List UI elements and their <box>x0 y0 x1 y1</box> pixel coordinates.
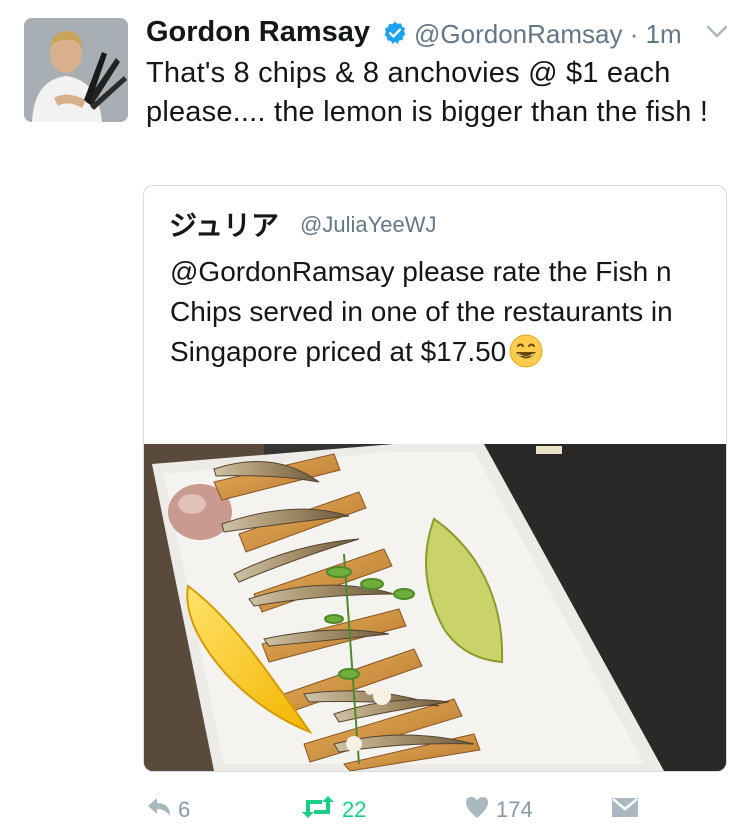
author-handle[interactable]: @GordonRamsay <box>414 19 622 49</box>
smile-emoji-icon <box>508 333 544 369</box>
author-name[interactable]: Gordon Ramsay <box>146 16 370 49</box>
tweet-text: That's 8 chips & 8 anchovies @ $1 each p… <box>146 57 709 128</box>
quoted-author-name: ジュリア <box>169 209 280 242</box>
like-count: 174 <box>496 797 533 822</box>
retweet-button[interactable]: 22 <box>300 790 366 830</box>
like-icon <box>464 795 496 825</box>
retweet-icon <box>300 796 342 824</box>
quoted-text-body: @GordonRamsay please rate the Fish n Chi… <box>170 256 673 367</box>
tweet-time[interactable]: · 1m <box>630 19 682 49</box>
tweet-header: Gordon Ramsay @GordonRamsay · 1m <box>146 14 730 54</box>
quoted-author-handle: @JuliaYeeWJ <box>300 212 437 237</box>
caret-down-icon[interactable] <box>704 22 730 42</box>
direct-message-button[interactable] <box>610 790 646 830</box>
direct-message-icon <box>610 795 646 825</box>
like-button[interactable]: 174 <box>464 790 533 830</box>
author-handle-and-time[interactable]: @GordonRamsay · 1m <box>414 19 682 50</box>
reply-count: 6 <box>178 797 191 822</box>
author-avatar[interactable] <box>24 18 128 122</box>
quoted-tweet[interactable]: ジュリア @JuliaYeeWJ @GordonRamsay please ra… <box>143 185 727 772</box>
tweet-actions: 6 22 174 <box>0 790 750 830</box>
quoted-text: @GordonRamsay please rate the Fish n Chi… <box>170 252 710 372</box>
retweet-count: 22 <box>342 797 367 822</box>
food-photo[interactable] <box>144 444 726 771</box>
reply-icon <box>146 796 178 824</box>
verified-icon <box>382 20 408 46</box>
reply-button[interactable]: 6 <box>146 790 190 830</box>
